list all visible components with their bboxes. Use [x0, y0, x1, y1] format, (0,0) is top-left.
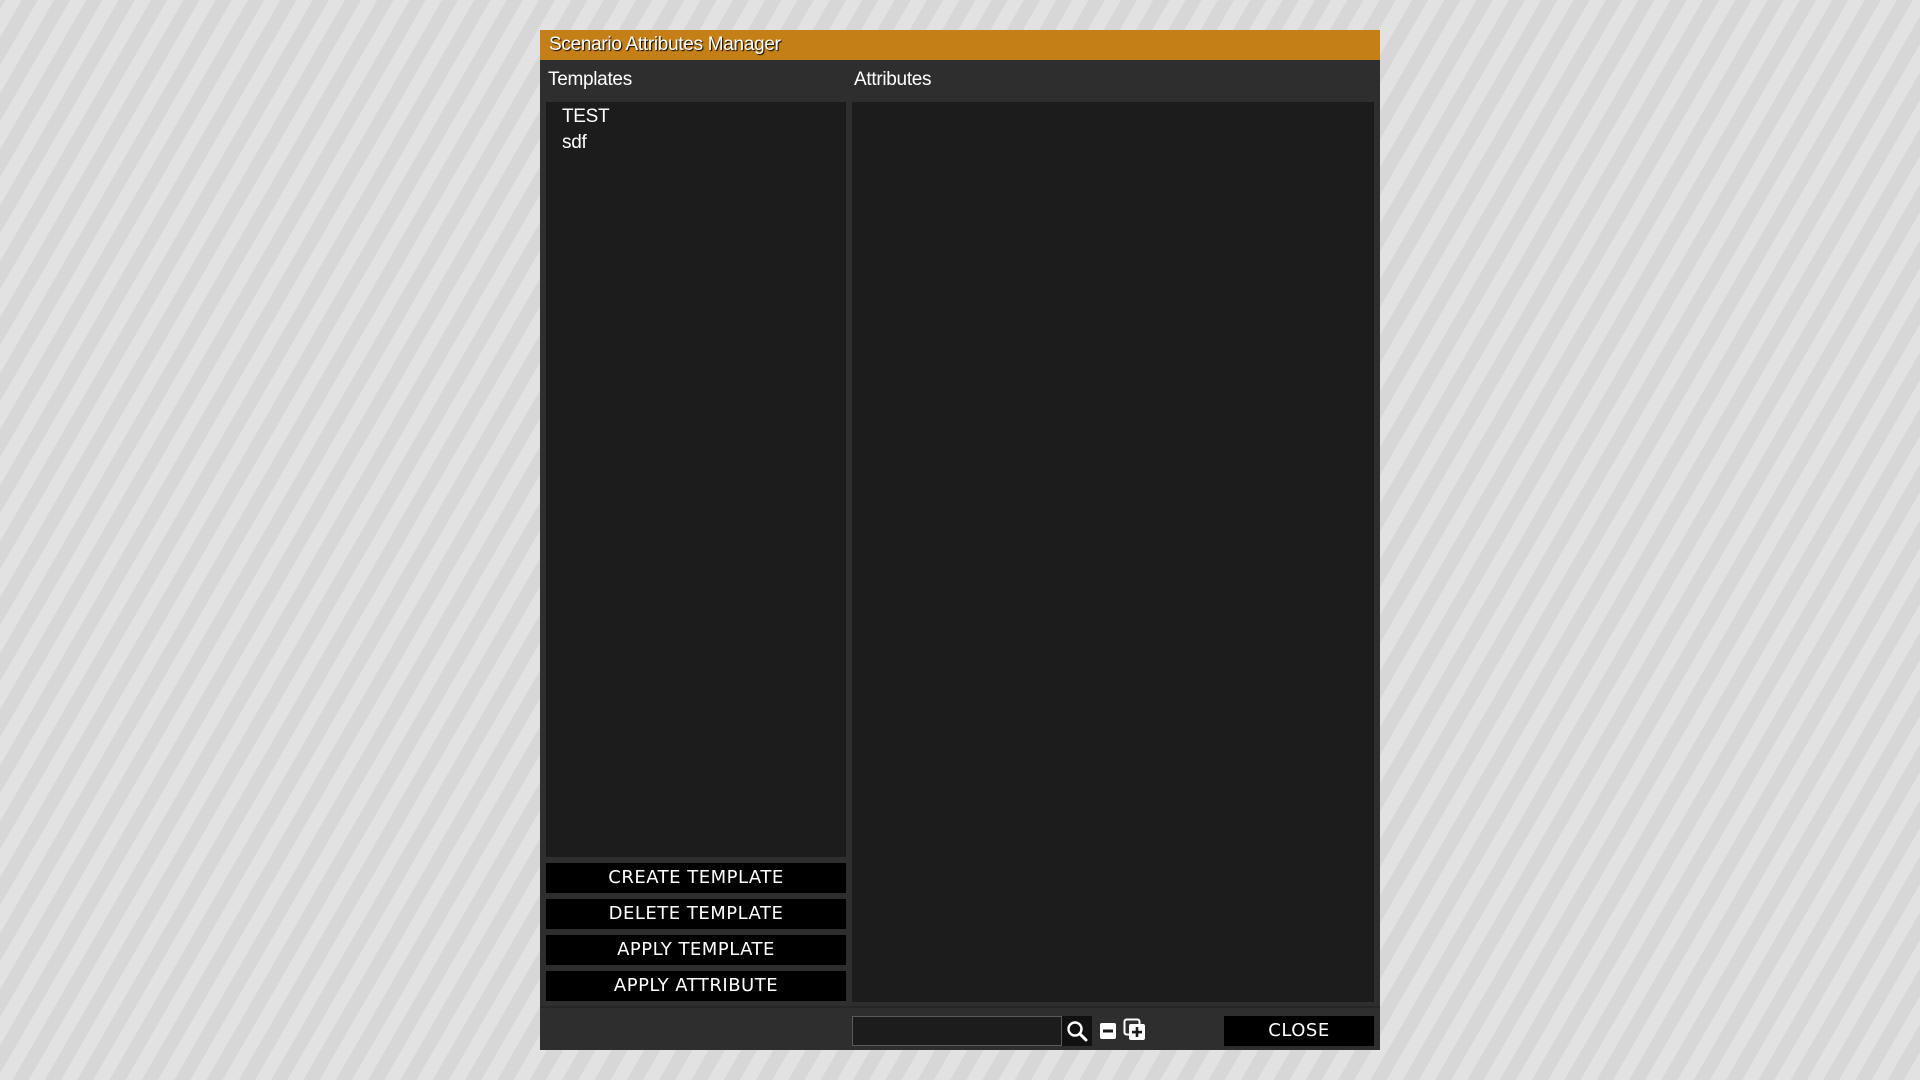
bottom-toolbar: CLOSE: [540, 1006, 1380, 1050]
template-item-test[interactable]: TEST: [546, 104, 846, 130]
apply-template-button[interactable]: APPLY TEMPLATE: [546, 935, 846, 965]
create-template-button[interactable]: CREATE TEMPLATE: [546, 863, 846, 893]
collapse-all-icon: [1100, 1023, 1116, 1039]
search-input[interactable]: [852, 1016, 1062, 1046]
dialog-title: Scenario Attributes Manager: [540, 30, 1380, 60]
attributes-header: Attributes: [854, 69, 932, 90]
search-icon: [1067, 1021, 1088, 1042]
attributes-panel[interactable]: [852, 102, 1374, 1002]
templates-header: Templates: [548, 69, 632, 90]
close-button[interactable]: CLOSE: [1224, 1016, 1374, 1046]
expand-all-button[interactable]: [1122, 1017, 1148, 1043]
search-button[interactable]: [1062, 1016, 1092, 1046]
template-item-sdf[interactable]: sdf: [546, 130, 846, 156]
collapse-all-button[interactable]: [1098, 1021, 1118, 1041]
apply-attribute-button[interactable]: APPLY ATTRIBUTE: [546, 971, 846, 1001]
delete-template-button[interactable]: DELETE TEMPLATE: [546, 899, 846, 929]
scenario-attributes-manager-dialog: Scenario Attributes Manager Templates At…: [540, 30, 1380, 1050]
expand-all-icon: [1123, 1018, 1145, 1040]
templates-list[interactable]: TEST sdf: [546, 102, 846, 857]
